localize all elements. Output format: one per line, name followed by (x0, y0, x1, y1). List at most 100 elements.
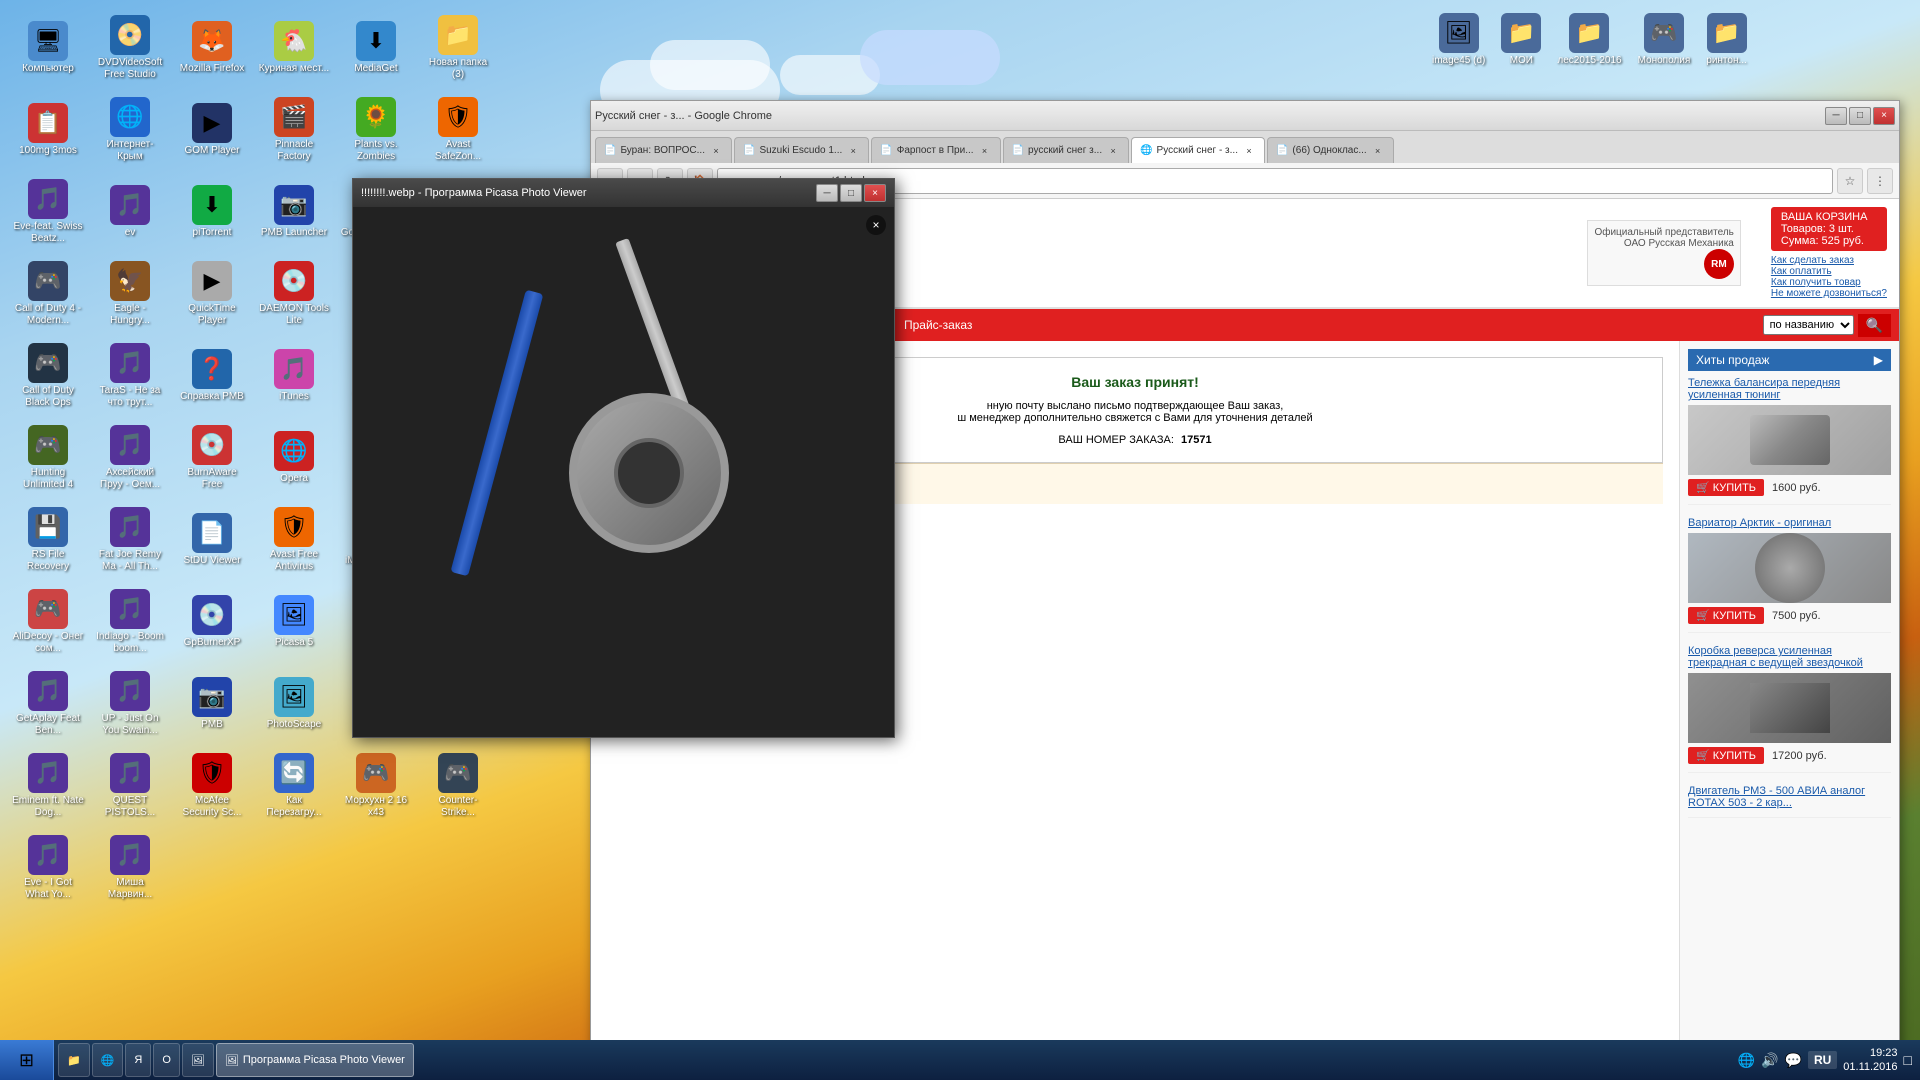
browser-tab-1[interactable]: 📄 Suzuki Escudo 1... × (734, 137, 869, 163)
desktop-icon-54[interactable]: 🎵 Eminem ft. Nate Dog... (8, 746, 88, 826)
cart-link-3[interactable]: Как получить товар (1771, 277, 1887, 288)
product-1-name[interactable]: Тележка балансира передняя усиленная тюн… (1688, 377, 1891, 401)
product-2-name[interactable]: Вариатор Арктик - оригинал (1688, 517, 1891, 529)
taskbar-opera[interactable]: O (153, 1043, 180, 1077)
desktop-icon-2[interactable]: 🦊 Mozilla Firefox (172, 8, 252, 88)
desktop-icon-26[interactable]: ❓ Справка PMB (172, 336, 252, 416)
desktop-icon-44[interactable]: 💿 GpBurnerXP (172, 582, 252, 662)
product-3-name[interactable]: Коробка реверса усиленная трекрадная с в… (1688, 645, 1891, 669)
photo-viewer-titlebar[interactable]: !!!!!!!!.webp - Программа Picasa Photo V… (353, 179, 894, 207)
product-1-buy-btn[interactable]: 🛒 КУПИТЬ (1688, 479, 1764, 496)
notification-icon[interactable]: 💬 (1785, 1052, 1802, 1069)
nav-pricelist[interactable]: Прайс-заказ (894, 314, 982, 336)
desktop-icon-7[interactable]: 🌐 Интернет-Крым (90, 90, 170, 170)
browser-tab-5[interactable]: 📄 (66) Одноклас... × (1267, 137, 1394, 163)
desktop-icon-1[interactable]: 📀 DVDVideoSoft Free Studio (90, 8, 170, 88)
desktop-icon-61[interactable]: 🎵 Миша Марвин... (90, 828, 170, 908)
desktop-icon-11[interactable]: 🛡 Avast SafeZon... (418, 90, 498, 170)
photo-viewer-close[interactable]: × (864, 184, 886, 202)
cart-link-4[interactable]: Не можете дозвониться? (1771, 288, 1887, 299)
desktop-icon-60[interactable]: 🎵 Eve - I Got What Yo... (8, 828, 88, 908)
desktop-icon-6[interactable]: 📋 100mg 3mos (8, 90, 88, 170)
top-right-icon-2[interactable]: 📁 лес2015-2016 (1553, 9, 1625, 71)
cart-button[interactable]: ВАША КОРЗИНА Товаров: 3 шт. Сумма: 525 р… (1771, 207, 1887, 251)
desktop-icon-21[interactable]: 💿 DAEMON Tools Lite (254, 254, 334, 334)
desktop-icon-12[interactable]: 🎵 Eve-feat. Swiss Beatz... (8, 172, 88, 252)
desktop-icon-13[interactable]: 🎵 ev (90, 172, 170, 252)
browser-minimize[interactable]: ─ (1825, 107, 1847, 125)
desktop-icon-20[interactable]: ▶ QuickTime Player (172, 254, 252, 334)
browser-tab-0[interactable]: 📄 Буран: ВОПРОС... × (595, 137, 732, 163)
desktop-icon-48[interactable]: 🎵 GetAplay Feat Ben... (8, 664, 88, 744)
search-dropdown[interactable]: по названию (1763, 315, 1854, 335)
desktop-icon-55[interactable]: 🎵 QUEST PISTOLS... (90, 746, 170, 826)
taskbar-photo-viewer[interactable]: 🖼 Программа Picasa Photo Viewer (216, 1043, 414, 1077)
menu-button[interactable]: ⋮ (1867, 168, 1893, 194)
photo-viewer-maximize[interactable]: □ (840, 184, 862, 202)
desktop-icon-4[interactable]: ⬇ MediaGet (336, 8, 416, 88)
tab-close-3[interactable]: × (1106, 144, 1120, 158)
product-4-name[interactable]: Двигатель РМЗ - 500 АВИА аналог ROTAX 50… (1688, 785, 1891, 809)
desktop-icon-59[interactable]: 🎮 Counter-Strike... (418, 746, 498, 826)
desktop-icon-43[interactable]: 🎵 Indiago - Boom boom... (90, 582, 170, 662)
product-3-buy-btn[interactable]: 🛒 КУПИТЬ (1688, 747, 1764, 764)
volume-icon[interactable]: 🔊 (1761, 1052, 1778, 1069)
desktop-icon-36[interactable]: 💾 RS File Recovery (8, 500, 88, 580)
action-center-icon[interactable]: □ (1904, 1052, 1912, 1068)
tab-close-0[interactable]: × (709, 144, 723, 158)
star-button[interactable]: ☆ (1837, 168, 1863, 194)
top-right-icon-1[interactable]: 📁 МОИ (1497, 9, 1545, 71)
desktop-icon-56[interactable]: 🛡 McAfee Security Sc... (172, 746, 252, 826)
desktop-icon-39[interactable]: 🛡 Avast Free Antivirus (254, 500, 334, 580)
browser-close[interactable]: × (1873, 107, 1895, 125)
desktop-icon-24[interactable]: 🎮 Call of Duty Black Ops (8, 336, 88, 416)
browser-maximize[interactable]: □ (1849, 107, 1871, 125)
tab-close-2[interactable]: × (978, 144, 992, 158)
desktop-icon-3[interactable]: 🐔 Куриная мест... (254, 8, 334, 88)
tab-close-4[interactable]: × (1242, 144, 1256, 158)
taskbar-yandex[interactable]: Я (125, 1043, 151, 1077)
top-right-icon-3[interactable]: 🎮 Монополия (1634, 9, 1695, 71)
language-indicator[interactable]: RU (1808, 1051, 1837, 1069)
desktop-icon-19[interactable]: 🦅 Eagle - Hungry... (90, 254, 170, 334)
product-2-buy-btn[interactable]: 🛒 КУПИТЬ (1688, 607, 1764, 624)
browser-tab-3[interactable]: 📄 русский снег з... × (1003, 137, 1130, 163)
desktop-icon-51[interactable]: 🖼 PhotoScape (254, 664, 334, 744)
desktop-icon-33[interactable]: 🌐 Opera (254, 418, 334, 498)
top-right-icon-4[interactable]: 📁 ринтон... (1702, 9, 1751, 71)
desktop-icon-9[interactable]: 🎬 Pinnacle Factory (254, 90, 334, 170)
browser-tab-2[interactable]: 📄 Фарпост в При... × (871, 137, 1000, 163)
desktop-icon-57[interactable]: 🔄 Как Перезагру... (254, 746, 334, 826)
start-button[interactable]: ⊞ (0, 1040, 54, 1080)
browser-tab-4[interactable]: 🌐 Русский снег - з... × (1131, 137, 1265, 163)
photo-viewer-minimize[interactable]: ─ (816, 184, 838, 202)
cart-link-1[interactable]: Как сделать заказ (1771, 255, 1887, 266)
desktop-icon-25[interactable]: 🎵 TaraS - Не за что трут... (90, 336, 170, 416)
desktop-icon-42[interactable]: 🎮 AliDecoy - Онег сом... (8, 582, 88, 662)
desktop-icon-5[interactable]: 📁 Новая папка (3) (418, 8, 498, 88)
desktop-icon-14[interactable]: ⬇ piTorrent (172, 172, 252, 252)
tab-close-1[interactable]: × (846, 144, 860, 158)
desktop-icon-31[interactable]: 🎵 Ахсейский Пруу - Оем... (90, 418, 170, 498)
cart-link-2[interactable]: Как оплатить (1771, 266, 1887, 277)
desktop-icon-38[interactable]: 📄 StDU Viewer (172, 500, 252, 580)
desktop-icon-0[interactable]: 🖥 Компьютер (8, 8, 88, 88)
desktop-icon-8[interactable]: ▶ GOM Player (172, 90, 252, 170)
taskbar-chrome[interactable]: 🌐 (92, 1043, 124, 1077)
desktop-icon-15[interactable]: 📷 PMB Launcher (254, 172, 334, 252)
desktop-icon-58[interactable]: 🎮 Морхухн 2 16 x43 (336, 746, 416, 826)
search-button[interactable]: 🔍 (1858, 314, 1891, 337)
tab-close-5[interactable]: × (1371, 144, 1385, 158)
desktop-icon-32[interactable]: 💿 BurnAware Free (172, 418, 252, 498)
desktop-icon-37[interactable]: 🎵 Fat Joe Remy Ma - All Th... (90, 500, 170, 580)
desktop-icon-30[interactable]: 🎮 Hunting Unlimited 4 (8, 418, 88, 498)
photo-overlay-close[interactable]: × (866, 215, 886, 235)
browser-titlebar[interactable]: Русский снег - з... - Google Chrome ─ □ … (591, 101, 1899, 131)
network-icon[interactable]: 🌐 (1738, 1052, 1755, 1069)
desktop-icon-50[interactable]: 📷 PMB (172, 664, 252, 744)
desktop-icon-18[interactable]: 🎮 Call of Duty 4 - Modern... (8, 254, 88, 334)
desktop-icon-45[interactable]: 🖼 Picasa 5 (254, 582, 334, 662)
top-right-icon-0[interactable]: 🖼 image45 (d) (1428, 9, 1489, 71)
taskbar-folder[interactable]: 🖼 (182, 1043, 214, 1077)
desktop-icon-27[interactable]: 🎵 iTunes (254, 336, 334, 416)
